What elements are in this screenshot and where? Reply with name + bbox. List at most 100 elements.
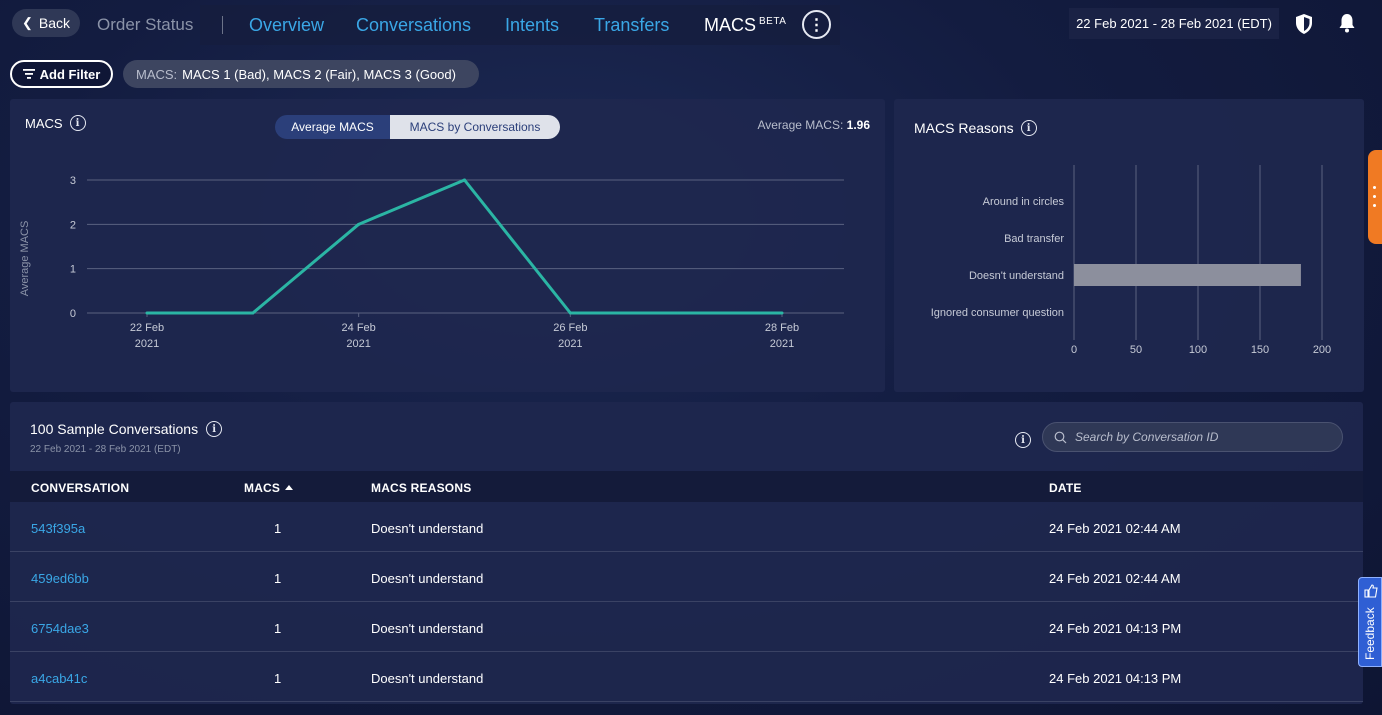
chevron-left-icon: ❮ — [21, 15, 33, 30]
side-menu-tab[interactable] — [1368, 150, 1382, 244]
macs-value: 1 — [274, 621, 282, 636]
data-point — [463, 178, 466, 182]
sort-ascending-icon — [285, 485, 294, 490]
feedback-label: Feedback — [1363, 607, 1377, 660]
dot — [1373, 204, 1376, 207]
macs-reason: Doesn't understand — [371, 571, 484, 586]
nav-divider — [222, 16, 223, 34]
column-header-macs[interactable]: MACS — [244, 481, 294, 495]
table-title: 100 Sample Conversations i — [30, 421, 223, 437]
back-label: Back — [38, 15, 71, 31]
x-tick-label: 2021 — [135, 338, 159, 350]
y-tick-label: 1 — [70, 264, 76, 276]
tab-macs[interactable]: MACS BETA — [704, 15, 786, 36]
macs-value: 1 — [274, 571, 282, 586]
conversation-id-link[interactable]: a4cab41c — [31, 671, 87, 686]
column-header-date[interactable]: DATE — [1049, 481, 1082, 495]
dot — [1373, 186, 1376, 189]
x-tick-label: 22 Feb — [130, 322, 164, 334]
bar — [1074, 264, 1301, 286]
column-header-macs-label: MACS — [244, 481, 281, 495]
macs-reasons-bar-chart: 0 50 100 150 200 Around in circles Bad transfe… — [931, 165, 1331, 356]
column-header-macs-reasons[interactable]: MACS REASONS — [371, 481, 471, 495]
conversation-date: 24 Feb 2021 02:44 AM — [1049, 521, 1181, 536]
x-tick-label: 2021 — [770, 338, 794, 350]
conversation-id-link[interactable]: 459ed6bb — [31, 571, 89, 586]
sample-conversations-panel: 100 Sample Conversations i 22 Feb 2021 -… — [10, 402, 1363, 704]
table-row[interactable]: 459ed6bb 1 Doesn't understand 24 Feb 202… — [10, 552, 1363, 602]
x-tick-label: 26 Feb — [553, 322, 587, 334]
conversation-search — [1042, 422, 1343, 452]
tab-transfers[interactable]: Transfers — [594, 15, 669, 36]
page-title: Order Status — [97, 15, 194, 34]
y-tick-label: 3 — [70, 175, 76, 187]
date-range-picker[interactable]: 22 Feb 2021 - 28 Feb 2021 (EDT) — [1069, 8, 1279, 39]
filter-icon — [22, 69, 35, 79]
filter-chip-key: MACS: — [136, 66, 178, 82]
x-tick-label: 24 Feb — [342, 322, 376, 334]
kebab-icon: ⋮ — [808, 16, 825, 34]
data-point — [357, 222, 361, 226]
thumbs-up-icon — [1364, 584, 1378, 598]
macs-reason: Doesn't understand — [371, 521, 484, 536]
y-category-label: Bad transfer — [1004, 233, 1064, 245]
y-axis-label: Average MACS — [19, 221, 31, 297]
search-icon — [1054, 431, 1067, 443]
table-title-label: 100 Sample Conversations — [30, 421, 199, 437]
add-filter-button[interactable]: Add Filter — [10, 60, 113, 88]
tab-conversations[interactable]: Conversations — [356, 15, 471, 36]
feedback-tab[interactable]: Feedback — [1358, 577, 1382, 667]
bell-icon[interactable] — [1338, 13, 1356, 33]
x-tick-label: 2021 — [558, 338, 582, 350]
data-point — [674, 311, 678, 315]
x-tick-label: 2021 — [346, 338, 370, 350]
conversation-date: 24 Feb 2021 02:44 AM — [1049, 571, 1181, 586]
conversation-date: 24 Feb 2021 04:13 PM — [1049, 621, 1182, 636]
x-tick-label: 50 — [1130, 344, 1142, 356]
macs-value: 1 — [274, 521, 282, 536]
data-point — [145, 311, 149, 315]
y-tick-label: 2 — [70, 219, 76, 231]
table-header: CONVERSATION MACS MACS REASONS DATE — [10, 471, 1363, 502]
x-tick-label: 28 Feb — [765, 322, 799, 334]
conversation-id-link[interactable]: 6754dae3 — [31, 621, 89, 636]
data-point — [568, 311, 572, 315]
more-options-button[interactable]: ⋮ — [802, 10, 831, 39]
add-filter-label: Add Filter — [39, 66, 101, 82]
dot — [1373, 195, 1376, 198]
macs-reason: Doesn't understand — [371, 671, 484, 686]
back-button[interactable]: ❮ Back — [12, 9, 80, 37]
conversation-date: 24 Feb 2021 04:13 PM — [1049, 671, 1182, 686]
filter-chip-value: MACS 1 (Bad), MACS 2 (Fair), MACS 3 (Goo… — [182, 66, 456, 82]
data-point — [251, 311, 255, 315]
search-input[interactable] — [1075, 430, 1335, 444]
x-tick-label: 200 — [1313, 344, 1331, 356]
column-header-conversation[interactable]: CONVERSATION — [31, 481, 129, 495]
top-nav: ❮ Back Order Status Overview Conversatio… — [0, 0, 1382, 50]
table-row[interactable]: 543f395a 1 Doesn't understand 24 Feb 202… — [10, 502, 1363, 552]
y-category-label: Ignored consumer question — [931, 307, 1064, 319]
macs-line-chart: 0 1 2 3 22 Feb 2021 24 Feb 2021 26 Feb 2021 28 Feb… — [19, 175, 844, 350]
tab-macs-label: MACS — [704, 15, 757, 35]
info-icon[interactable]: i — [206, 421, 223, 437]
macs-panel: MACS i Average MACS MACS by Conversation… — [10, 99, 885, 392]
x-tick-label: 100 — [1189, 344, 1207, 356]
search-info-icon[interactable]: i — [1015, 432, 1031, 448]
beta-badge: BETA — [759, 16, 787, 27]
y-tick-label: 0 — [70, 308, 76, 320]
series-line — [147, 178, 782, 315]
table-subtitle: 22 Feb 2021 - 28 Feb 2021 (EDT) — [30, 444, 181, 455]
x-tick-label: 150 — [1251, 344, 1269, 356]
x-tick-label: 0 — [1071, 344, 1077, 356]
macs-reason: Doesn't understand — [371, 621, 484, 636]
conversation-id-link[interactable]: 543f395a — [31, 521, 85, 536]
shield-icon[interactable] — [1295, 14, 1313, 34]
table-row[interactable]: 6754dae3 1 Doesn't understand 24 Feb 202… — [10, 602, 1363, 652]
tab-intents[interactable]: Intents — [505, 15, 559, 36]
y-category-label: Doesn't understand — [969, 270, 1064, 282]
y-category-label: Around in circles — [983, 196, 1065, 208]
macs-filter-chip[interactable]: MACS: MACS 1 (Bad), MACS 2 (Fair), MACS … — [123, 60, 479, 88]
table-row[interactable]: a4cab41c 1 Doesn't understand 24 Feb 202… — [10, 652, 1363, 702]
tab-overview[interactable]: Overview — [249, 15, 324, 36]
macs-value: 1 — [274, 671, 282, 686]
